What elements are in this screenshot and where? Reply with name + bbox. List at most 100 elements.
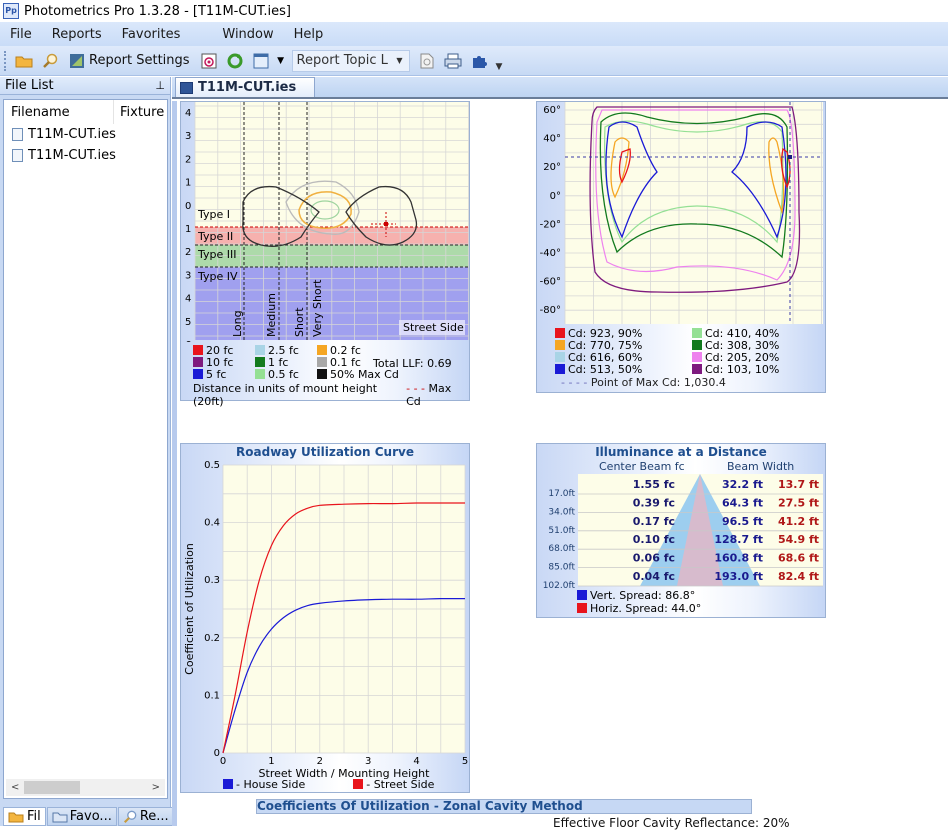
target-button[interactable] xyxy=(198,50,220,72)
y-tick-label: 5 xyxy=(185,317,191,328)
report-settings-button[interactable]: Report Settings xyxy=(69,50,190,72)
plugin-button[interactable] xyxy=(468,50,490,72)
refresh-button[interactable] xyxy=(224,50,246,72)
isocandela-plot: 60°40°20°0°-20°-40°-60°-80° xyxy=(537,102,827,324)
illuminance-table: 17.0ft1.55 fc32.2 ft13.7 ft34.0ft0.39 fc… xyxy=(537,474,827,589)
zone-label-type-ii: Type II xyxy=(197,230,233,243)
dropdown-arrow-icon[interactable]: ▼ xyxy=(276,50,286,72)
distance-label: 102.0ft xyxy=(543,581,576,589)
horiz-beam-width: 82.4 ft xyxy=(778,570,819,583)
toolbar: Report Settings ▼ Report Topic L ▼ ▼ xyxy=(0,46,948,76)
max-cd-point-legend: - - - - Point of Max Cd: 1,030.4 xyxy=(555,376,825,389)
vert-beam-width: 96.5 ft xyxy=(722,515,763,528)
y-axis-ticks: 43210123456 xyxy=(185,108,191,342)
left-panel-tabs: Fil Favo... Re... xyxy=(3,807,175,826)
menu-help[interactable]: Help xyxy=(284,27,334,42)
legend-swatch xyxy=(193,345,203,355)
menu-favorites[interactable]: Favorites xyxy=(112,27,191,42)
legend-swatch xyxy=(555,364,565,374)
page-button[interactable] xyxy=(416,50,438,72)
horiz-beam-width: 54.9 ft xyxy=(778,533,819,546)
x-tick-label: 0 xyxy=(220,756,226,767)
window-icon xyxy=(253,53,269,69)
menu-reports[interactable]: Reports xyxy=(42,27,112,42)
puzzle-icon xyxy=(471,53,487,69)
zone-label-type-i: Type I xyxy=(197,208,230,221)
center-beam-fc: 0.39 fc xyxy=(633,496,675,509)
legend-label: - Street Side xyxy=(366,778,434,791)
roadway-utilization-panel: Roadway Utilization Curve 01234500.10.20… xyxy=(180,443,470,793)
search-button[interactable] xyxy=(39,50,61,72)
vert-beam-width: 193.0 ft xyxy=(714,570,763,583)
tab-favorites[interactable]: Favo... xyxy=(47,807,117,826)
chart-legend: - House Side - Street Side xyxy=(223,778,434,791)
window-title: Photometrics Pro 1.3.28 - [T11M-CUT.ies] xyxy=(24,4,291,19)
legend-swatch xyxy=(692,352,702,362)
file-row[interactable]: T11M-CUT.ies xyxy=(4,145,167,166)
file-list: Filename Fixture T11M-CUT.ies T11M-CUT.i… xyxy=(3,99,168,799)
distance-label: 85.0ft xyxy=(548,563,575,573)
toolbar-grip[interactable] xyxy=(4,51,7,71)
legend-item: 0.5 fc xyxy=(255,369,317,381)
horiz-beam-width: 27.5 ft xyxy=(778,496,819,509)
open-button[interactable] xyxy=(13,50,35,72)
scroll-left-icon[interactable]: < xyxy=(11,782,19,793)
menu-window[interactable]: Window xyxy=(212,27,283,42)
folder-open-icon xyxy=(15,54,33,68)
max-cd-point xyxy=(788,155,792,159)
y-tick-label: 0° xyxy=(550,191,561,202)
menu-file[interactable]: File xyxy=(0,27,42,42)
tab-file-list[interactable]: Fil xyxy=(3,807,46,826)
x-tick-label: 1 xyxy=(268,756,274,767)
vert-beam-width: 32.2 ft xyxy=(722,478,763,491)
total-llf: Total LLF: 0.69 xyxy=(373,357,452,370)
document-area: T11M-CUT.ies 4 3 2 1 xyxy=(172,77,948,826)
isocandela-legend: Cd: 923, 90%Cd: 410, 40%Cd: 770, 75%Cd: … xyxy=(555,328,825,389)
x-tick-label: 2 xyxy=(317,756,323,767)
y-tick-label: 2 xyxy=(185,247,191,258)
column-fixture[interactable]: Fixture xyxy=(114,105,164,120)
document-rail xyxy=(172,101,177,826)
y-tick-label: 6 xyxy=(185,340,191,342)
pin-icon[interactable]: ⊥ xyxy=(155,79,165,92)
max-cd-point xyxy=(384,222,388,226)
tab-label: Fil xyxy=(27,809,41,824)
y-tick-label: 3 xyxy=(185,131,191,142)
title-bar: Pp Photometrics Pro 1.3.28 - [T11M-CUT.i… xyxy=(0,0,948,22)
cou-section-header: Coefficients Of Utilization - Zonal Cavi… xyxy=(256,799,752,814)
vert-beam-width: 64.3 ft xyxy=(722,496,763,509)
legend-label: 50% Max Cd xyxy=(330,369,399,381)
print-button[interactable] xyxy=(442,50,464,72)
y-tick-label: 3 xyxy=(185,270,191,281)
document-tab[interactable]: T11M-CUT.ies xyxy=(175,77,315,97)
legend-item: Cd: 103, 10% xyxy=(692,364,822,376)
tab-reports[interactable]: Re... xyxy=(118,807,174,826)
file-row[interactable]: T11M-CUT.ies xyxy=(4,124,167,145)
window-button[interactable] xyxy=(250,50,272,72)
center-beam-fc: 0.06 fc xyxy=(633,552,675,565)
report-topic-select[interactable]: Report Topic L ▼ xyxy=(292,50,410,72)
illuminance-title: Illuminance at a Distance xyxy=(537,445,825,459)
search-icon xyxy=(123,810,137,824)
distance-label-long: Long xyxy=(231,310,244,337)
report-settings-icon xyxy=(69,53,85,69)
legend-label: 5 fc xyxy=(206,369,226,381)
scroll-right-icon[interactable]: > xyxy=(152,782,160,793)
y-tick-label: -80° xyxy=(540,305,561,316)
legend-swatch xyxy=(692,328,702,338)
legend-item-street-side: - Street Side xyxy=(353,778,434,791)
y-tick-label: 4 xyxy=(185,108,191,119)
zone-label-type-iii: Type III xyxy=(197,248,237,261)
toolbar-overflow-icon[interactable]: ▼ xyxy=(496,62,503,72)
spread-legend: Vert. Spread: 86.8° Horiz. Spread: 44.0° xyxy=(577,589,701,615)
legend-swatch xyxy=(317,345,327,355)
column-filename[interactable]: Filename xyxy=(4,100,114,124)
legend-item: Cd: 513, 50% xyxy=(555,364,692,376)
horiz-spread-label: Horiz. Spread: 44.0° xyxy=(590,602,701,615)
scrollbar-thumb[interactable] xyxy=(24,781,80,794)
horizontal-scrollbar[interactable]: < > xyxy=(6,779,165,796)
center-beam-fc: 0.04 fc xyxy=(633,570,675,583)
file-name: T11M-CUT.ies xyxy=(28,148,116,163)
legend-swatch xyxy=(193,369,203,379)
legend-swatch xyxy=(317,369,327,379)
